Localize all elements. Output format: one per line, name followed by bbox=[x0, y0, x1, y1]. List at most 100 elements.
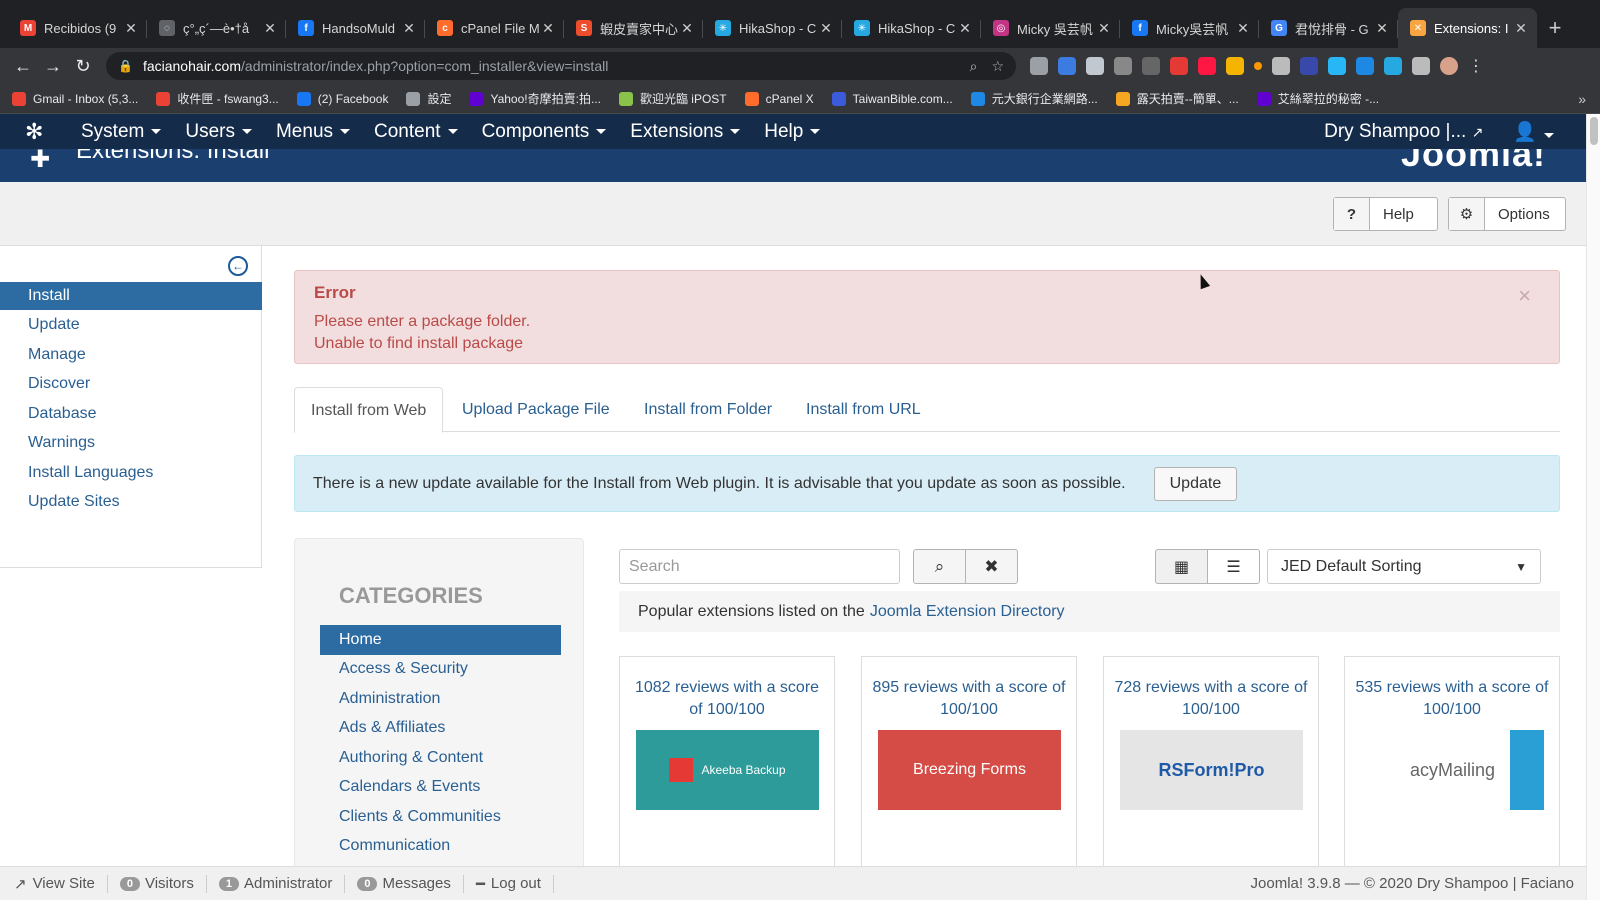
list-view-button[interactable]: ☰ bbox=[1207, 549, 1260, 584]
close-tab-icon[interactable]: ✕ bbox=[540, 20, 556, 37]
extension-thumbnail[interactable]: RSForm!Pro bbox=[1120, 730, 1303, 810]
close-tab-icon[interactable]: ✕ bbox=[1096, 20, 1112, 37]
tab-install-from-folder[interactable]: Install from Folder bbox=[628, 387, 788, 432]
extension-reviews[interactable]: 535 reviews with a score of 100/100 bbox=[1345, 677, 1559, 721]
sort-select[interactable]: JED Default Sorting ▼ bbox=[1267, 549, 1541, 584]
help-button[interactable]: ? Help bbox=[1333, 197, 1438, 231]
reload-icon[interactable]: ↻ bbox=[68, 51, 98, 81]
logout-link[interactable]: ━ Log out bbox=[464, 874, 554, 893]
extension-card[interactable]: 728 reviews with a score of 100/100 RSFo… bbox=[1103, 656, 1319, 886]
sidebar-item-warnings[interactable]: Warnings bbox=[0, 429, 262, 457]
grid-view-button[interactable]: ▦ bbox=[1155, 549, 1208, 584]
close-tab-icon[interactable]: ✕ bbox=[1374, 20, 1390, 37]
category-item[interactable]: Access & Security bbox=[320, 654, 561, 684]
browser-tab[interactable]: S 蝦皮賣家中心 ✕ bbox=[564, 8, 703, 48]
bookmark-item[interactable]: 艾絲翠拉的秘密 -... bbox=[1256, 90, 1379, 107]
extension-card[interactable]: 535 reviews with a score of 100/100 acyM… bbox=[1344, 656, 1560, 886]
extension-icon[interactable] bbox=[1086, 57, 1104, 75]
browser-tab[interactable]: G 君悅排骨 - G ✕ bbox=[1259, 8, 1398, 48]
address-bar[interactable]: 🔒 facianohair.com/administrator/index.ph… bbox=[106, 52, 1016, 80]
browser-tab[interactable]: ◌ ç°„ç´—è•†å ✕ bbox=[147, 8, 286, 48]
close-tab-icon[interactable]: ✕ bbox=[1513, 20, 1529, 37]
category-item[interactable]: Administration bbox=[320, 684, 561, 714]
close-icon[interactable]: × bbox=[1518, 283, 1531, 309]
category-item-home[interactable]: Home bbox=[320, 625, 561, 655]
extension-icon[interactable] bbox=[1114, 57, 1132, 75]
bookmark-item[interactable]: 歡迎光臨 iPOST bbox=[618, 90, 727, 107]
extension-card[interactable]: 1082 reviews with a score of 100/100 Ake… bbox=[619, 656, 835, 886]
close-tab-icon[interactable]: ✕ bbox=[818, 20, 834, 37]
extension-reviews[interactable]: 1082 reviews with a score of 100/100 bbox=[620, 677, 834, 721]
extension-icon[interactable] bbox=[1300, 57, 1318, 75]
bookmark-item[interactable]: 元大銀行企業網路... bbox=[970, 90, 1098, 107]
extension-icon[interactable] bbox=[1058, 57, 1076, 75]
scrollbar-thumb[interactable] bbox=[1590, 117, 1598, 145]
menu-menus[interactable]: Menus bbox=[276, 121, 351, 143]
menu-content[interactable]: Content bbox=[374, 121, 458, 143]
page-scrollbar[interactable] bbox=[1586, 114, 1600, 900]
menu-extensions[interactable]: Extensions bbox=[630, 121, 741, 143]
extension-icon[interactable] bbox=[1254, 62, 1262, 70]
extension-icon[interactable] bbox=[1198, 57, 1216, 75]
administrator-indicator[interactable]: 1 Administrator bbox=[207, 874, 346, 893]
close-tab-icon[interactable]: ✕ bbox=[123, 20, 139, 37]
puzzle-icon[interactable] bbox=[1412, 57, 1430, 75]
close-tab-icon[interactable]: ✕ bbox=[262, 20, 278, 37]
forward-arrow-icon[interactable]: → bbox=[38, 51, 68, 81]
visitors-indicator[interactable]: 0 Visitors bbox=[108, 874, 207, 893]
options-button[interactable]: ⚙ Options bbox=[1448, 197, 1566, 231]
messages-indicator[interactable]: 0 Messages bbox=[345, 874, 464, 893]
category-item[interactable]: Authoring & Content bbox=[320, 743, 561, 773]
browser-tab[interactable]: ◎ Micky 吳芸帆 ✕ bbox=[981, 8, 1120, 48]
category-item[interactable]: Calendars & Events bbox=[320, 772, 561, 802]
collapse-sidebar-icon[interactable]: ← bbox=[228, 256, 248, 276]
close-tab-icon[interactable]: ✕ bbox=[957, 20, 973, 37]
extension-thumbnail[interactable]: Akeeba Backup bbox=[636, 730, 819, 810]
extension-card[interactable]: 895 reviews with a score of 100/100 Bree… bbox=[861, 656, 1077, 886]
profile-avatar-icon[interactable] bbox=[1440, 57, 1458, 75]
menu-system[interactable]: System bbox=[81, 121, 162, 143]
tab-install-from-web[interactable]: Install from Web bbox=[294, 387, 444, 433]
close-tab-icon[interactable]: ✕ bbox=[1235, 20, 1251, 37]
more-menu-icon[interactable]: ⋮ bbox=[1468, 56, 1484, 76]
extension-reviews[interactable]: 895 reviews with a score of 100/100 bbox=[862, 677, 1076, 721]
bookmark-item[interactable]: 設定 bbox=[406, 90, 451, 107]
sidebar-item-install[interactable]: Install bbox=[0, 282, 262, 310]
extension-icon[interactable] bbox=[1328, 57, 1346, 75]
browser-tab[interactable]: M Recibidos (9 ✕ bbox=[8, 8, 147, 48]
extension-icon[interactable] bbox=[1356, 57, 1374, 75]
view-site-link[interactable]: ↗ View Site bbox=[0, 874, 108, 893]
bookmark-item[interactable]: 收件匣 - fswang3... bbox=[156, 90, 279, 107]
extension-icon[interactable] bbox=[1272, 57, 1290, 75]
drive-icon[interactable] bbox=[1030, 57, 1048, 75]
back-arrow-icon[interactable]: ← bbox=[8, 51, 38, 81]
menu-users[interactable]: Users bbox=[185, 121, 252, 143]
close-tab-icon[interactable]: ✕ bbox=[401, 20, 417, 37]
extension-thumbnail[interactable]: Breezing Forms bbox=[878, 730, 1061, 810]
zoom-icon[interactable]: ⌕ bbox=[970, 58, 978, 75]
extension-thumbnail[interactable]: acyMailing bbox=[1361, 730, 1544, 810]
bookmark-item[interactable]: 露天拍賣--簡單、... bbox=[1115, 90, 1239, 107]
user-menu[interactable]: 👤 bbox=[1513, 120, 1554, 144]
bookmark-item[interactable]: Gmail - Inbox (5,3... bbox=[12, 91, 138, 106]
extension-reviews[interactable]: 728 reviews with a score of 100/100 bbox=[1104, 677, 1318, 721]
new-tab-button[interactable]: + bbox=[1537, 8, 1573, 48]
sidebar-item-update-sites[interactable]: Update Sites bbox=[0, 488, 262, 516]
search-input[interactable]: Search bbox=[619, 549, 900, 584]
extension-icon[interactable] bbox=[1226, 57, 1244, 75]
category-item[interactable]: Clients & Communities bbox=[320, 802, 561, 832]
browser-tab[interactable]: ✳ HikaShop - C ✕ bbox=[842, 8, 981, 48]
browser-tab[interactable]: ✳ HikaShop - C ✕ bbox=[703, 8, 842, 48]
browser-tab[interactable]: f HandsoMuld ✕ bbox=[286, 8, 425, 48]
bookmark-item[interactable]: cPanel X bbox=[744, 91, 814, 106]
extension-icon[interactable] bbox=[1384, 57, 1402, 75]
browser-tab[interactable]: f Micky吳芸帆 ✕ bbox=[1120, 8, 1259, 48]
update-button[interactable]: Update bbox=[1153, 466, 1238, 501]
jed-link[interactable]: Joomla Extension Directory bbox=[870, 603, 1065, 621]
tab-upload-package-file[interactable]: Upload Package File bbox=[446, 387, 626, 432]
menu-components[interactable]: Components bbox=[482, 121, 607, 143]
menu-help[interactable]: Help bbox=[764, 121, 821, 143]
bookmark-star-icon[interactable]: ☆ bbox=[991, 58, 1004, 75]
site-link[interactable]: Dry Shampoo |... ↗ bbox=[1324, 121, 1483, 143]
sidebar-item-database[interactable]: Database bbox=[0, 400, 262, 428]
